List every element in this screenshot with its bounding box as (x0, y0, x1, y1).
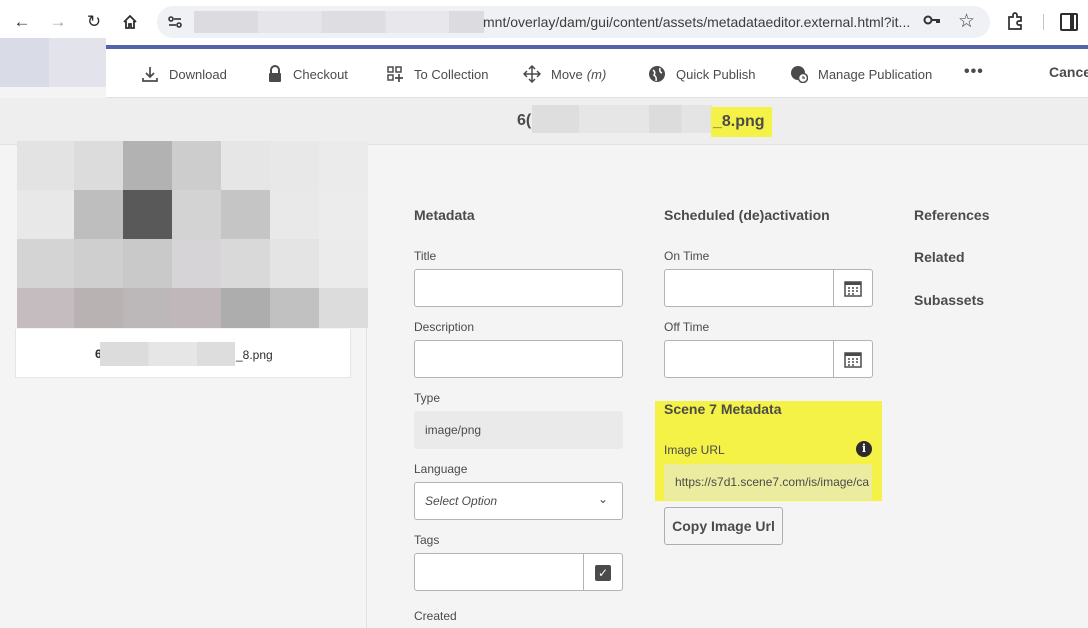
off-time-input[interactable] (664, 340, 834, 378)
quick-publish-button[interactable]: Quick Publish (648, 64, 755, 84)
title-input[interactable] (414, 269, 623, 307)
redacted-filename (532, 105, 712, 133)
type-label: Type (414, 391, 441, 405)
asset-filename-suffix: _8.png (713, 113, 765, 130)
image-url-label: Image URL (664, 443, 725, 457)
cancel-button[interactable]: Cance (1049, 64, 1088, 80)
move-label: Move (551, 66, 583, 82)
checkout-label: Checkout (293, 66, 348, 82)
asset-title-bar: 6( (0, 98, 1088, 145)
description-label: Description (414, 320, 475, 334)
move-button[interactable]: Move (m) (523, 64, 606, 84)
related-link[interactable]: Related (914, 249, 965, 265)
scene7-heading: Scene 7 Metadata (664, 401, 782, 417)
type-value: image/png (425, 423, 482, 437)
on-time-calendar-button[interactable] (833, 269, 873, 307)
image-url-value: https://s7d1.scene7.com/is/image/ca (675, 475, 870, 489)
checkout-button[interactable]: Checkout (267, 64, 348, 84)
lock-icon (269, 65, 281, 82)
extensions-puzzle-icon[interactable] (1005, 12, 1025, 32)
calendar-icon (844, 352, 862, 368)
schedule-heading: Scheduled (de)activation (664, 207, 830, 223)
thumbnail-caption-suffix: _8.png (236, 348, 273, 362)
download-icon (142, 67, 158, 82)
description-input[interactable] (414, 340, 623, 378)
move-shortcut: (m) (586, 66, 607, 82)
on-time-label: On Time (664, 249, 710, 263)
title-label: Title (414, 249, 437, 263)
tags-label: Tags (414, 533, 440, 547)
asset-thumbnail (17, 141, 368, 328)
back-arrow-icon[interactable]: ← (11, 11, 33, 33)
language-placeholder: Select Option (425, 494, 498, 508)
password-key-icon[interactable] (923, 13, 941, 31)
address-bar[interactable]: mnt/overlay/dam/gui/content/assets/metad… (157, 6, 990, 38)
redacted-logo (0, 38, 106, 87)
calendar-icon (844, 281, 862, 297)
copy-image-url-button[interactable]: Copy Image Url (664, 507, 783, 545)
globe-clock-icon (791, 66, 808, 83)
to-collection-button[interactable]: To Collection (386, 64, 488, 84)
move-arrows-icon (523, 65, 541, 83)
bookmark-star-icon[interactable]: ☆ (958, 10, 975, 33)
language-select[interactable]: Select Option ⌄ (414, 482, 623, 520)
reload-icon[interactable]: ↻ (83, 11, 105, 33)
metadata-heading: Metadata (414, 207, 475, 223)
on-time-input[interactable] (664, 269, 834, 307)
download-label: Download (169, 66, 227, 82)
home-icon[interactable] (119, 11, 141, 33)
to-collection-label: To Collection (414, 66, 489, 82)
quick-publish-label: Quick Publish (676, 66, 756, 82)
redacted-url-host (194, 11, 484, 33)
tags-input[interactable] (414, 553, 584, 591)
info-icon[interactable]: i (856, 441, 872, 457)
action-bar: Download Checkout To Collection Move (m) … (106, 49, 1088, 98)
forward-arrow-icon[interactable]: → (47, 11, 69, 33)
subassets-link[interactable]: Subassets (914, 292, 984, 308)
image-url-field[interactable]: https://s7d1.scene7.com/is/image/ca (664, 464, 872, 500)
type-field: image/png (414, 411, 623, 449)
off-time-label: Off Time (664, 320, 710, 334)
redacted-caption (100, 342, 235, 366)
references-link[interactable]: References (914, 207, 990, 223)
add-to-collection-icon (387, 66, 403, 82)
tags-picker-button[interactable]: ✓ (583, 553, 623, 591)
created-label: Created (414, 609, 457, 623)
manage-publication-button[interactable]: Manage Publication (790, 64, 932, 84)
download-button[interactable]: Download (141, 64, 227, 84)
off-time-calendar-button[interactable] (833, 340, 873, 378)
manage-publication-label: Manage Publication (818, 66, 933, 82)
url-text[interactable]: mnt/overlay/dam/gui/content/assets/metad… (483, 14, 910, 30)
site-settings-icon[interactable] (165, 12, 185, 32)
browser-toolbar: ← → ↻ mnt/overlay/dam/gui/content/assets… (0, 0, 1088, 45)
checkbox-icon: ✓ (595, 565, 611, 581)
chevron-down-icon: ⌄ (597, 492, 608, 506)
asset-filename-prefix: 6( (517, 112, 532, 129)
more-actions-icon[interactable]: ••• (964, 63, 984, 81)
globe-icon (649, 66, 665, 82)
language-label: Language (414, 462, 468, 476)
toolbar-divider (1043, 14, 1044, 30)
side-panel-icon[interactable] (1060, 13, 1078, 31)
